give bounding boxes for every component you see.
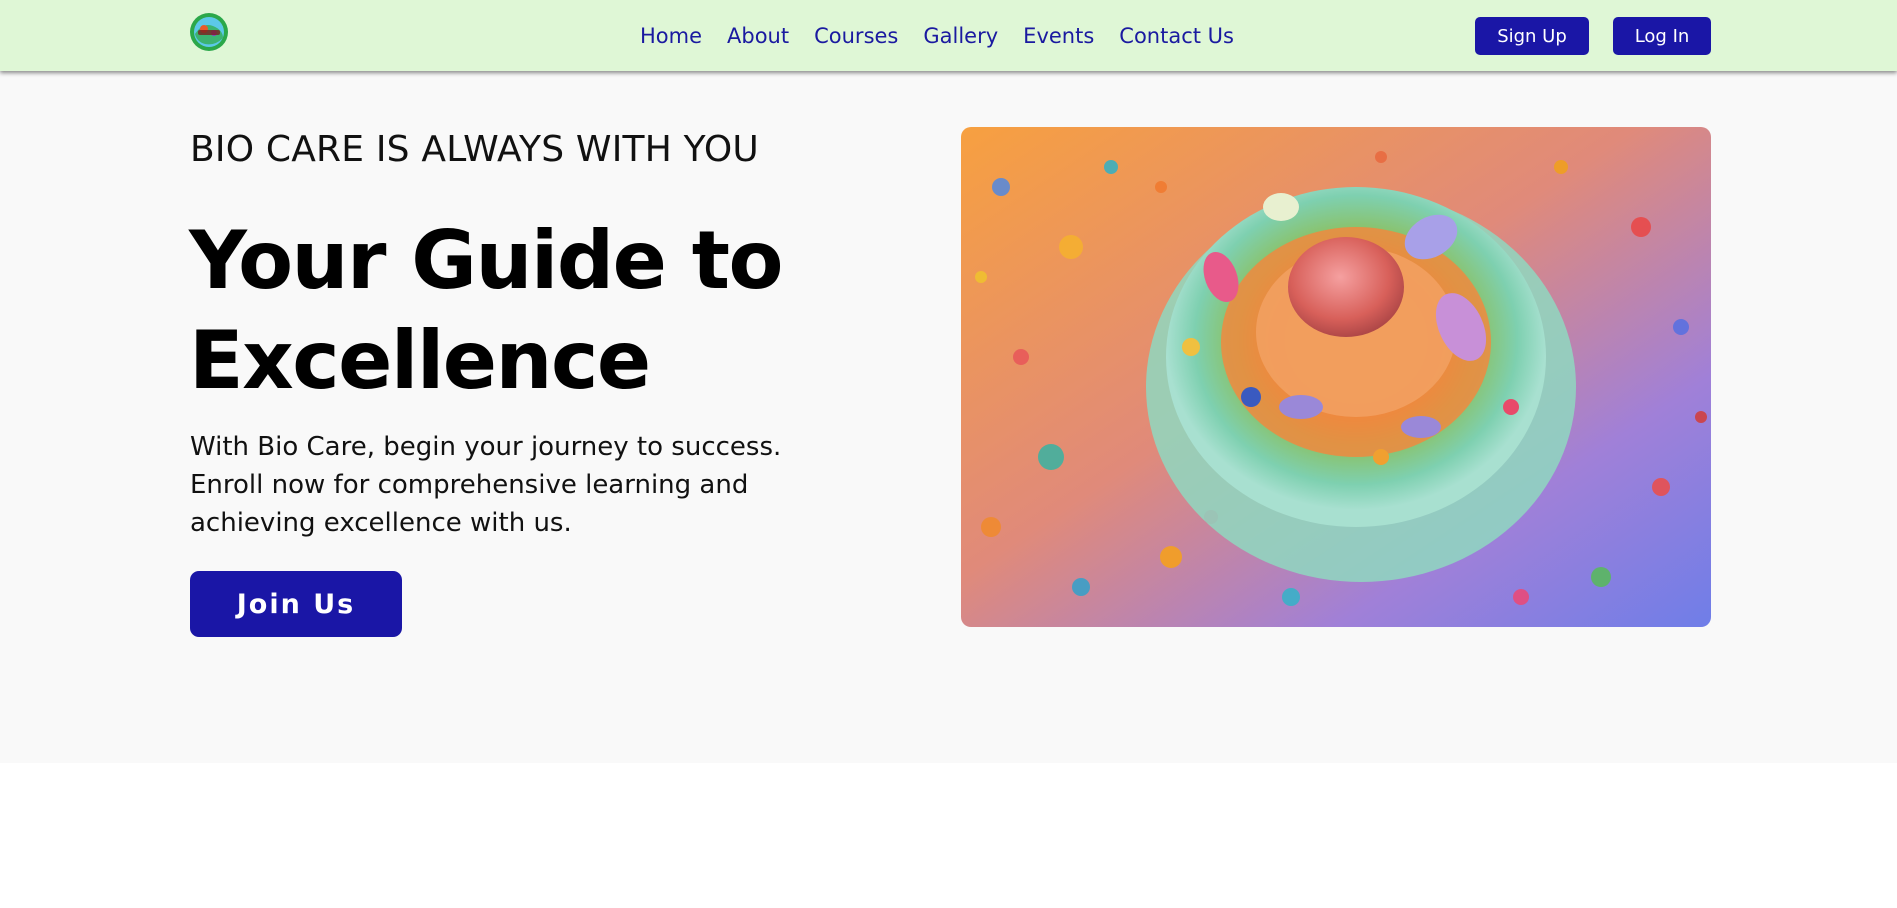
- hero-eyebrow: BIO CARE IS ALWAYS WITH YOU: [190, 129, 759, 170]
- hero-headline-line-2: Excellence: [189, 314, 651, 407]
- nav-link-courses[interactable]: Courses: [814, 24, 898, 48]
- join-us-button[interactable]: Join Us: [190, 571, 402, 637]
- log-in-button[interactable]: Log In: [1613, 17, 1711, 55]
- nav-link-about[interactable]: About: [727, 24, 789, 48]
- nav-link-home[interactable]: Home: [640, 24, 702, 48]
- main-navigation: Home About Courses Gallery Events Contac…: [640, 0, 1234, 71]
- nav-link-contact-us[interactable]: Contact Us: [1119, 24, 1234, 48]
- sign-up-button[interactable]: Sign Up: [1475, 17, 1589, 55]
- cell-illustration-icon: [961, 127, 1711, 627]
- hero-description: With Bio Care, begin your journey to suc…: [190, 432, 782, 538]
- bio-care-logo-icon[interactable]: [189, 12, 229, 52]
- nav-link-gallery[interactable]: Gallery: [923, 24, 998, 48]
- hero-headline-line-1: Your Guide to: [189, 214, 783, 307]
- navbar: Home About Courses Gallery Events Contac…: [0, 0, 1897, 71]
- nav-link-events[interactable]: Events: [1023, 24, 1094, 48]
- hero-section: BIO CARE IS ALWAYS WITH YOU Your Guide t…: [0, 71, 1897, 763]
- hero-headline: Your Guide to Excellence: [189, 211, 889, 411]
